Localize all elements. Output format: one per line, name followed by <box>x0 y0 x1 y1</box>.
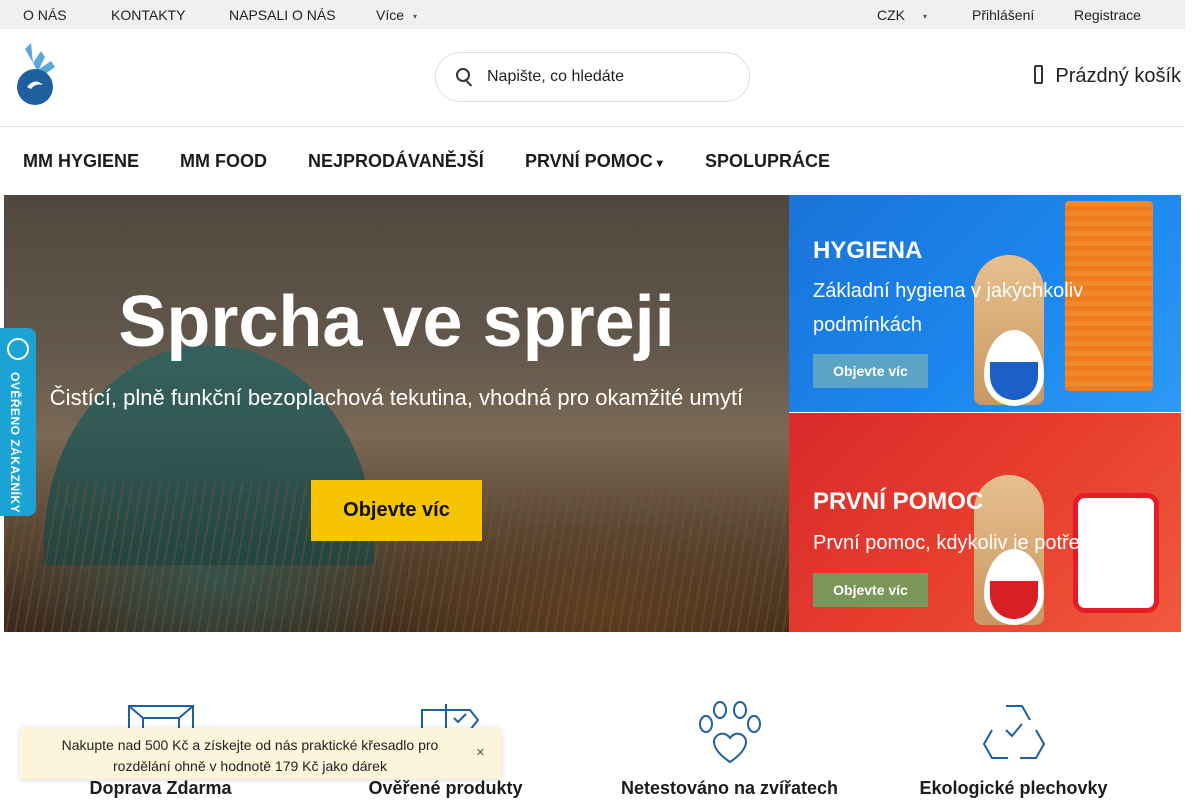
nav-mm-food[interactable]: MM FOOD <box>180 151 267 172</box>
cart-icon <box>1034 65 1044 84</box>
hero-banner: Sprcha ve spreji Čistící, plně funkční b… <box>4 195 789 632</box>
logo[interactable] <box>11 43 59 105</box>
toast-message: Nakupte nad 500 Kč a získejte od nás pra… <box>61 737 439 774</box>
verified-badge-label: OVĚŘENO ZÁKAZNÍKY <box>8 372 22 514</box>
chevron-down-icon: ▾ <box>656 156 663 170</box>
nav-mm-hygiene[interactable]: MM HYGIENE <box>23 151 139 172</box>
currency-select[interactable]: CZK ▾ <box>877 7 927 23</box>
chevron-down-icon: ▾ <box>413 11 418 21</box>
nav-prvni-pomoc-label: PRVNÍ POMOC <box>525 151 653 171</box>
cart-button[interactable]: Prázdný košík <box>1034 65 1181 88</box>
promo-hygiena-button[interactable]: Objevte víc <box>813 354 928 388</box>
promo-hygiena[interactable]: HYGIENA Základní hygiena v jakýchkoliv p… <box>789 195 1181 412</box>
site-header: Prázdný košík <box>0 29 1185 127</box>
recycle-icon <box>982 705 1045 759</box>
feature-ekologicke: Ekologické plechovky <box>871 700 1156 799</box>
search-box <box>435 52 750 102</box>
more-menu-label: Více <box>376 7 405 23</box>
feature-label: Netestováno na zvířatech <box>620 778 839 798</box>
promo-prvni-pomoc-button[interactable]: Objevte víc <box>813 573 928 607</box>
nav-spoluprace[interactable]: SPOLUPRÁCE <box>705 151 830 172</box>
link-kontakty[interactable]: KONTAKTY <box>111 7 185 23</box>
search-icon[interactable] <box>456 68 470 82</box>
paw-heart-icon <box>698 701 761 764</box>
promo-hygiena-text: Základní hygiena v jakýchkoliv podmínkác… <box>813 280 1084 336</box>
promo-toast: Nakupte nad 500 Kč a získejte od nás pra… <box>20 728 501 779</box>
chevron-down-icon: ▾ <box>923 11 928 21</box>
feature-label: Ověřené produkty <box>368 778 523 798</box>
register-link[interactable]: Registrace <box>1074 7 1141 23</box>
hero-title: Sprcha ve spreji <box>118 282 675 362</box>
more-menu[interactable]: Více ▾ <box>376 7 417 23</box>
link-o-nas[interactable]: O NÁS <box>23 7 67 23</box>
main-nav: MM HYGIENE MM FOOD NEJPRODÁVANĚJŠÍ PRVNÍ… <box>0 127 1185 195</box>
promo-prvni-pomoc[interactable]: PRVNÍ POMOC První pomoc, kdykoliv je pot… <box>789 413 1181 632</box>
feature-label: Doprava Zdarma <box>89 778 232 798</box>
feature-label: Ekologické plechovky <box>919 778 1108 798</box>
hero-cta-button[interactable]: Objevte víc <box>311 480 482 541</box>
top-bar: O NÁS KONTAKTY NAPSALI O NÁS Více ▾ CZK ▾ … <box>0 0 1185 29</box>
promo-hygiena-title: HYGIENA <box>813 237 923 264</box>
login-link[interactable]: Přihlášení <box>972 7 1034 23</box>
currency-label: CZK <box>877 7 905 23</box>
close-icon[interactable]: ✕ <box>476 746 485 759</box>
nav-nejprodavanejsi[interactable]: NEJPRODÁVANĚJŠÍ <box>308 151 484 172</box>
search-input[interactable] <box>487 66 727 88</box>
hero-subtitle: Čistící, plně funkční bezoplachová tekut… <box>49 385 744 410</box>
nav-prvni-pomoc[interactable]: PRVNÍ POMOC ▾ <box>525 151 663 172</box>
cart-label: Prázdný košík <box>1055 65 1181 87</box>
promo-prvni-pomoc-title: PRVNÍ POMOC <box>813 488 984 515</box>
promo-prvni-pomoc-text: První pomoc, kdykoliv je potřeba <box>813 532 1103 554</box>
link-napsali-o-nas[interactable]: NAPSALI O NÁS <box>229 7 336 23</box>
feature-netestovano: Netestováno na zvířatech <box>587 700 872 799</box>
